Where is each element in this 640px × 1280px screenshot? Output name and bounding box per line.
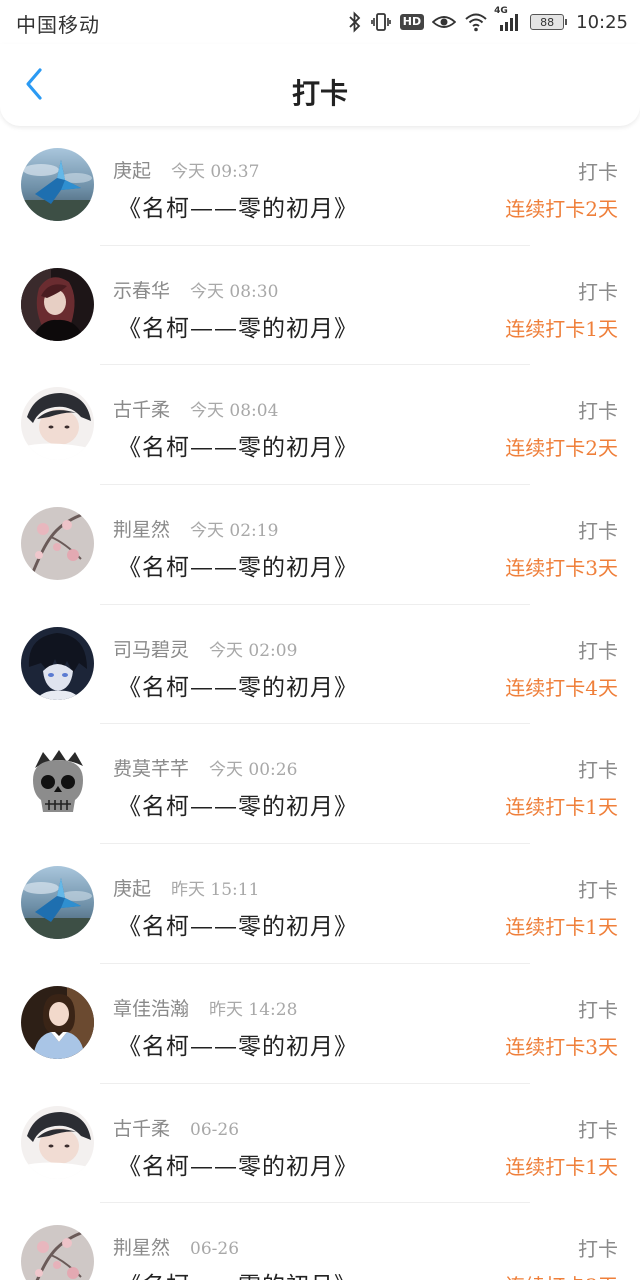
checkin-action[interactable]: 打卡 [578,1114,618,1143]
meta-line: 示春华 今天 08:30 [113,276,278,303]
avatar-woman-dark[interactable] [21,267,94,341]
book-title[interactable]: 《名柯——零的初月》 [118,668,358,702]
book-title[interactable]: 《名柯——零的初月》 [118,787,358,821]
carrier-label: 中国移动 [16,13,100,37]
meta-line: 古千柔 今天 08:04 [113,395,278,422]
meta-line: 荆星然 今天 02:19 [113,515,278,542]
checkin-row[interactable]: 古千柔 今天 08:04 《名柯——零的初月》 打卡 连续打卡2天 [0,365,640,485]
user-name[interactable]: 庚起 [113,156,151,183]
checkin-action[interactable]: 打卡 [578,156,618,185]
checkin-action[interactable]: 打卡 [578,754,618,783]
avatar-origami[interactable] [21,148,94,221]
checkin-row[interactable]: 示春华 今天 08:30 《名柯——零的初月》 打卡 连续打卡1天 [0,246,640,366]
clock: 10:25 [576,11,628,33]
avatar-blossom[interactable] [21,507,94,581]
meta-line: 荆星然 06-26 [113,1233,239,1260]
checkin-list: 庚起 今天 09:37 《名柯——零的初月》 打卡 连续打卡2天 示春华 今天 … [0,126,640,1280]
book-title[interactable]: 《名柯——零的初月》 [118,1027,358,1061]
book-title[interactable]: 《名柯——零的初月》 [118,907,358,941]
checkin-action[interactable]: 打卡 [578,874,618,903]
checkin-row[interactable]: 古千柔 06-26 《名柯——零的初月》 打卡 连续打卡1天 [0,1084,640,1204]
checkin-time: 06-26 [190,1239,240,1260]
streak-count: 连续打卡1天 [505,795,618,820]
avatar-anime[interactable] [21,626,94,700]
hd-badge: HD [399,14,425,30]
eye-icon [432,13,457,31]
vibrate-icon [370,11,392,33]
checkin-time: 今天 00:26 [209,760,298,781]
checkin-row[interactable]: 荆星然 今天 02:19 《名柯——零的初月》 打卡 连续打卡3天 [0,485,640,605]
book-title[interactable]: 《名柯——零的初月》 [118,1266,358,1280]
checkin-row[interactable]: 荆星然 06-26 《名柯——零的初月》 打卡 连续打卡3天 [0,1203,640,1280]
streak-count: 连续打卡1天 [505,915,618,940]
nav-bar: 打卡 [0,44,640,126]
checkin-time: 今天 08:04 [190,401,279,422]
user-name[interactable]: 荆星然 [113,1233,170,1260]
network-type-label: 4G [494,6,508,16]
streak-count: 连续打卡1天 [505,1154,618,1179]
book-title[interactable]: 《名柯——零的初月》 [118,428,358,462]
checkin-row[interactable]: 费莫芊芊 今天 00:26 《名柯——零的初月》 打卡 连续打卡1天 [0,724,640,844]
checkin-screen: 中国移动 HD 4G 88 10:25 打卡 庚起 今天 09:37 《名柯——… [0,0,640,1280]
streak-count: 连续打卡2天 [505,436,618,461]
checkin-action[interactable]: 打卡 [578,515,618,544]
checkin-time: 今天 08:30 [190,281,279,302]
bluetooth-icon [348,11,362,33]
checkin-time: 今天 02:19 [190,521,279,542]
streak-count: 连续打卡4天 [505,675,618,700]
avatar-origami[interactable] [21,866,94,940]
signal-icon: 4G [494,6,522,32]
streak-count: 连续打卡3天 [505,556,618,581]
user-name[interactable]: 庚起 [113,874,151,901]
streak-count: 连续打卡3天 [505,1034,618,1059]
checkin-row[interactable]: 庚起 昨天 15:11 《名柯——零的初月》 打卡 连续打卡1天 [0,844,640,964]
checkin-time: 今天 02:09 [209,640,298,661]
meta-line: 庚起 今天 09:37 [113,156,259,183]
user-name[interactable]: 司马碧灵 [113,635,189,662]
status-bar: 中国移动 HD 4G 88 10:25 [0,0,640,44]
checkin-time: 昨天 14:28 [209,999,298,1020]
book-title[interactable]: 《名柯——零的初月》 [118,309,358,343]
status-icons: HD 4G 88 10:25 [348,6,628,36]
user-name[interactable]: 古千柔 [113,395,170,422]
checkin-time: 昨天 15:11 [171,880,260,901]
user-name[interactable]: 荆星然 [113,515,170,542]
checkin-time: 今天 09:37 [171,162,260,182]
book-title[interactable]: 《名柯——零的初月》 [118,189,358,223]
avatar-boy-light[interactable] [21,387,94,461]
meta-line: 章佳浩瀚 昨天 14:28 [113,994,297,1021]
meta-line: 古千柔 06-26 [113,1114,239,1141]
avatar-boy-light[interactable] [21,1105,94,1179]
wifi-icon [464,12,488,32]
checkin-action[interactable]: 打卡 [578,994,618,1023]
meta-line: 司马碧灵 今天 02:09 [113,635,297,662]
checkin-row[interactable]: 庚起 今天 09:37 《名柯——零的初月》 打卡 连续打卡2天 [0,126,640,246]
checkin-action[interactable]: 打卡 [578,1233,618,1262]
streak-count: 连续打卡2天 [505,197,618,221]
page-title: 打卡 [291,77,348,110]
checkin-row[interactable]: 司马碧灵 今天 02:09 《名柯——零的初月》 打卡 连续打卡4天 [0,605,640,725]
streak-count: 连续打卡1天 [505,316,618,341]
checkin-action[interactable]: 打卡 [578,635,618,664]
checkin-time: 06-26 [190,1119,240,1140]
battery-indicator: 88 [530,14,568,30]
book-title[interactable]: 《名柯——零的初月》 [118,548,358,582]
user-name[interactable]: 古千柔 [113,1114,170,1141]
checkin-action[interactable]: 打卡 [578,276,618,305]
user-name[interactable]: 费莫芊芊 [113,754,189,781]
avatar-skull[interactable] [21,746,94,820]
checkin-row[interactable]: 章佳浩瀚 昨天 14:28 《名柯——零的初月》 打卡 连续打卡3天 [0,964,640,1084]
user-name[interactable]: 示春华 [113,276,170,303]
meta-line: 庚起 昨天 15:11 [113,874,259,901]
user-name[interactable]: 章佳浩瀚 [113,994,189,1021]
book-title[interactable]: 《名柯——零的初月》 [118,1147,358,1181]
meta-line: 费莫芊芊 今天 00:26 [113,754,297,781]
streak-count: 连续打卡3天 [505,1270,618,1280]
avatar-blossom[interactable] [21,1225,94,1280]
avatar-woman-suit[interactable] [21,985,94,1059]
checkin-action[interactable]: 打卡 [578,395,618,424]
